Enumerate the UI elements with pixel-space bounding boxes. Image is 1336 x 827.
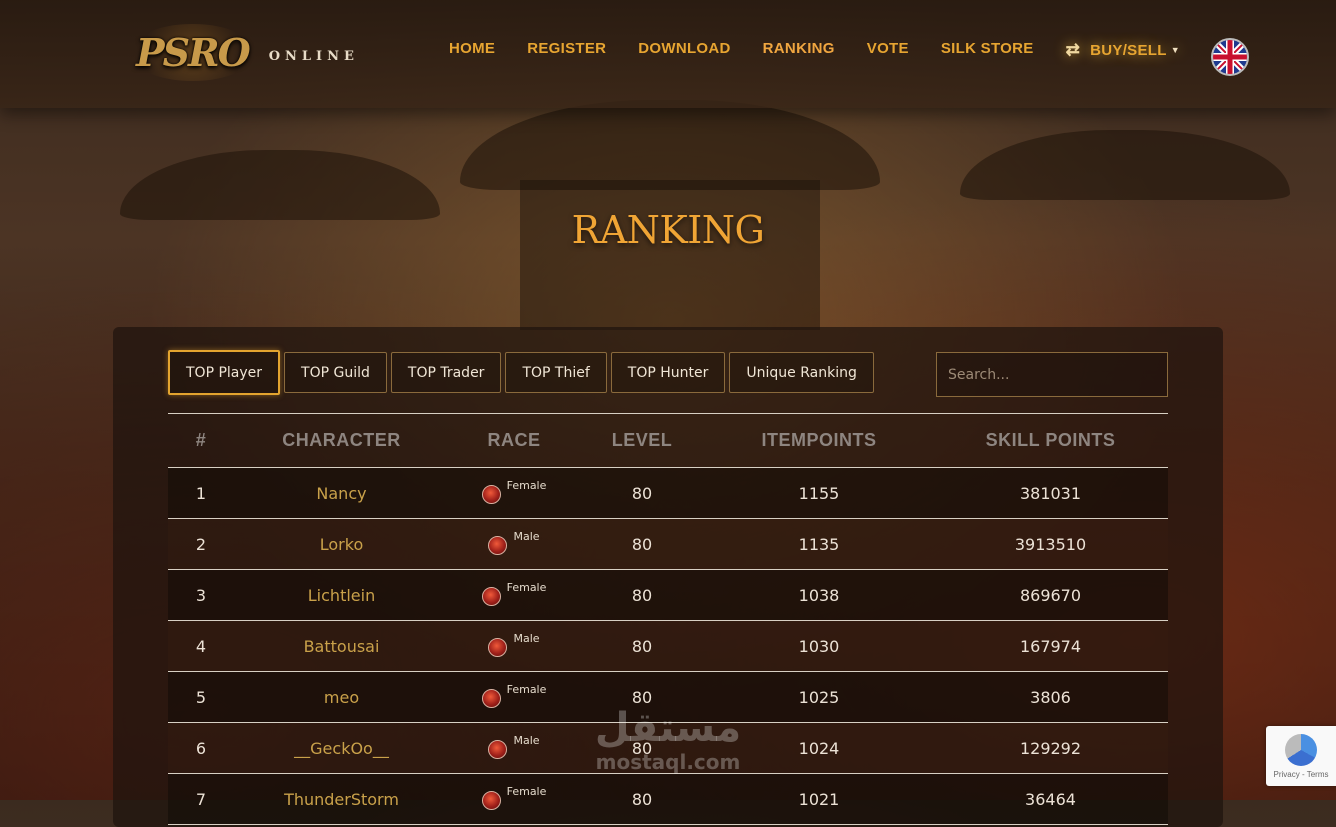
rank-cell: 1 xyxy=(195,483,207,503)
itempoints-cell: 1030 xyxy=(798,636,840,656)
logo-subtitle: ONLINE xyxy=(268,49,359,64)
skillpoints-cell: 869670 xyxy=(1019,585,1082,605)
character-link[interactable]: Battousai xyxy=(234,621,449,672)
column-header-race: RACE xyxy=(487,430,541,450)
gender-label: Female xyxy=(506,682,547,696)
character-link[interactable]: meo xyxy=(234,672,449,723)
tab-top-player[interactable]: TOP Player xyxy=(168,350,281,395)
race-emblem-icon xyxy=(481,688,501,708)
table-row: 2 Lorko Male 80 1135 3913510 xyxy=(168,518,1168,570)
race-cell: Male xyxy=(449,723,579,774)
skillpoints-cell: 3913510 xyxy=(1014,534,1087,554)
skillpoints-cell: 36464 xyxy=(1025,789,1076,809)
logo-mark: PSRO xyxy=(130,24,255,81)
race-emblem-icon xyxy=(481,484,501,504)
main-nav: HOME REGISTER DOWNLOAD RANKING VOTE SILK… xyxy=(449,40,1180,60)
rank-cell: 4 xyxy=(195,636,207,656)
table-row: 3 Lichtlein Female 80 1038 869670 xyxy=(168,569,1168,621)
column-header-level: LEVEL xyxy=(611,430,673,450)
level-cell: 80 xyxy=(631,585,653,605)
race-cell: Female xyxy=(449,774,579,825)
race-cell: Male xyxy=(449,519,579,570)
race-emblem-icon xyxy=(481,586,501,606)
nav-silk-store[interactable]: SILK STORE xyxy=(941,40,1034,60)
nav-buy-sell[interactable]: ⇄ BUY/SELL ▼ xyxy=(1066,40,1180,60)
recaptcha-links[interactable]: Privacy - Terms xyxy=(1274,770,1329,779)
rank-cell: 2 xyxy=(195,534,207,554)
gender-label: Female xyxy=(506,478,547,492)
rank-cell: 5 xyxy=(195,687,207,707)
race-cell: Female xyxy=(449,672,579,723)
swap-arrows-icon: ⇄ xyxy=(1065,40,1081,59)
tab-top-guild[interactable]: TOP Guild xyxy=(284,352,387,393)
column-header-rank: # xyxy=(195,430,207,450)
column-header-skill-points: SKILL POINTS xyxy=(985,430,1116,450)
character-link[interactable]: __GeckOo__ xyxy=(234,723,449,774)
chevron-down-icon: ▼ xyxy=(1170,45,1180,55)
table-header-row: # CHARACTER RACE LEVEL ITEMPOINTS SKILL … xyxy=(168,413,1168,468)
gender-label: Male xyxy=(513,631,540,645)
race-emblem-icon xyxy=(481,790,501,810)
character-link[interactable]: ThunderStorm xyxy=(234,774,449,825)
gender-label: Female xyxy=(506,784,547,798)
column-header-character: CHARACTER xyxy=(282,430,401,450)
tab-top-trader[interactable]: TOP Trader xyxy=(390,352,502,393)
nav-home[interactable]: HOME xyxy=(449,40,495,60)
logo[interactable]: PSRO ONLINE xyxy=(130,24,359,81)
skillpoints-cell: 381031 xyxy=(1019,483,1082,503)
recaptcha-badge[interactable]: Privacy - Terms xyxy=(1266,726,1336,786)
watermark: مستقل mostaql.com xyxy=(588,706,748,774)
level-cell: 80 xyxy=(631,789,653,809)
nav-vote[interactable]: VOTE xyxy=(867,40,909,60)
gender-label: Male xyxy=(513,733,540,747)
skillpoints-cell: 129292 xyxy=(1019,738,1082,758)
skillpoints-cell: 3806 xyxy=(1030,687,1071,707)
character-link[interactable]: Lichtlein xyxy=(234,570,449,621)
search-input[interactable] xyxy=(936,352,1168,397)
character-link[interactable]: Nancy xyxy=(234,468,449,519)
table-row: 4 Battousai Male 80 1030 167974 xyxy=(168,620,1168,672)
level-cell: 80 xyxy=(631,483,653,503)
recaptcha-icon xyxy=(1285,734,1317,766)
site-header: PSRO ONLINE HOME REGISTER DOWNLOAD RANKI… xyxy=(0,0,1336,108)
nav-download[interactable]: DOWNLOAD xyxy=(638,40,730,60)
itempoints-cell: 1021 xyxy=(798,789,840,809)
page-title: RANKING xyxy=(571,208,765,252)
watermark-latin: mostaql.com xyxy=(595,750,741,774)
background-roof-center xyxy=(460,100,880,190)
race-cell: Female xyxy=(449,570,579,621)
column-header-itempoints: ITEMPOINTS xyxy=(761,430,877,450)
nav-register[interactable]: REGISTER xyxy=(527,40,606,60)
nav-ranking[interactable]: RANKING xyxy=(763,40,835,60)
gender-label: Male xyxy=(513,529,540,543)
table-row: 7 ThunderStorm Female 80 1021 36464 xyxy=(168,773,1168,825)
background-pillar xyxy=(520,180,820,330)
rank-cell: 3 xyxy=(195,585,207,605)
rank-cell: 6 xyxy=(195,738,207,758)
tab-unique-ranking[interactable]: Unique Ranking xyxy=(729,352,874,393)
character-link[interactable]: Lorko xyxy=(234,519,449,570)
rank-cell: 7 xyxy=(195,789,207,809)
race-emblem-icon xyxy=(488,739,508,759)
itempoints-cell: 1155 xyxy=(798,483,840,503)
level-cell: 80 xyxy=(631,534,653,554)
watermark-arabic: مستقل xyxy=(594,705,742,751)
tab-top-thief[interactable]: TOP Thief xyxy=(505,352,607,393)
race-cell: Male xyxy=(449,621,579,672)
uk-flag-icon[interactable] xyxy=(1211,38,1249,76)
tab-top-hunter[interactable]: TOP Hunter xyxy=(610,352,726,393)
gender-label: Female xyxy=(506,580,547,594)
level-cell: 80 xyxy=(631,636,653,656)
background-roof-right xyxy=(960,130,1290,200)
skillpoints-cell: 167974 xyxy=(1019,636,1082,656)
table-row: 1 Nancy Female 80 1155 381031 xyxy=(168,467,1168,519)
race-emblem-icon xyxy=(488,637,508,657)
race-cell: Female xyxy=(449,468,579,519)
nav-buy-sell-label: BUY/SELL xyxy=(1090,41,1167,59)
ranking-tabs: TOP Player TOP Guild TOP Trader TOP Thie… xyxy=(168,350,878,395)
race-emblem-icon xyxy=(488,535,508,555)
itempoints-cell: 1038 xyxy=(798,585,840,605)
itempoints-cell: 1135 xyxy=(798,534,840,554)
